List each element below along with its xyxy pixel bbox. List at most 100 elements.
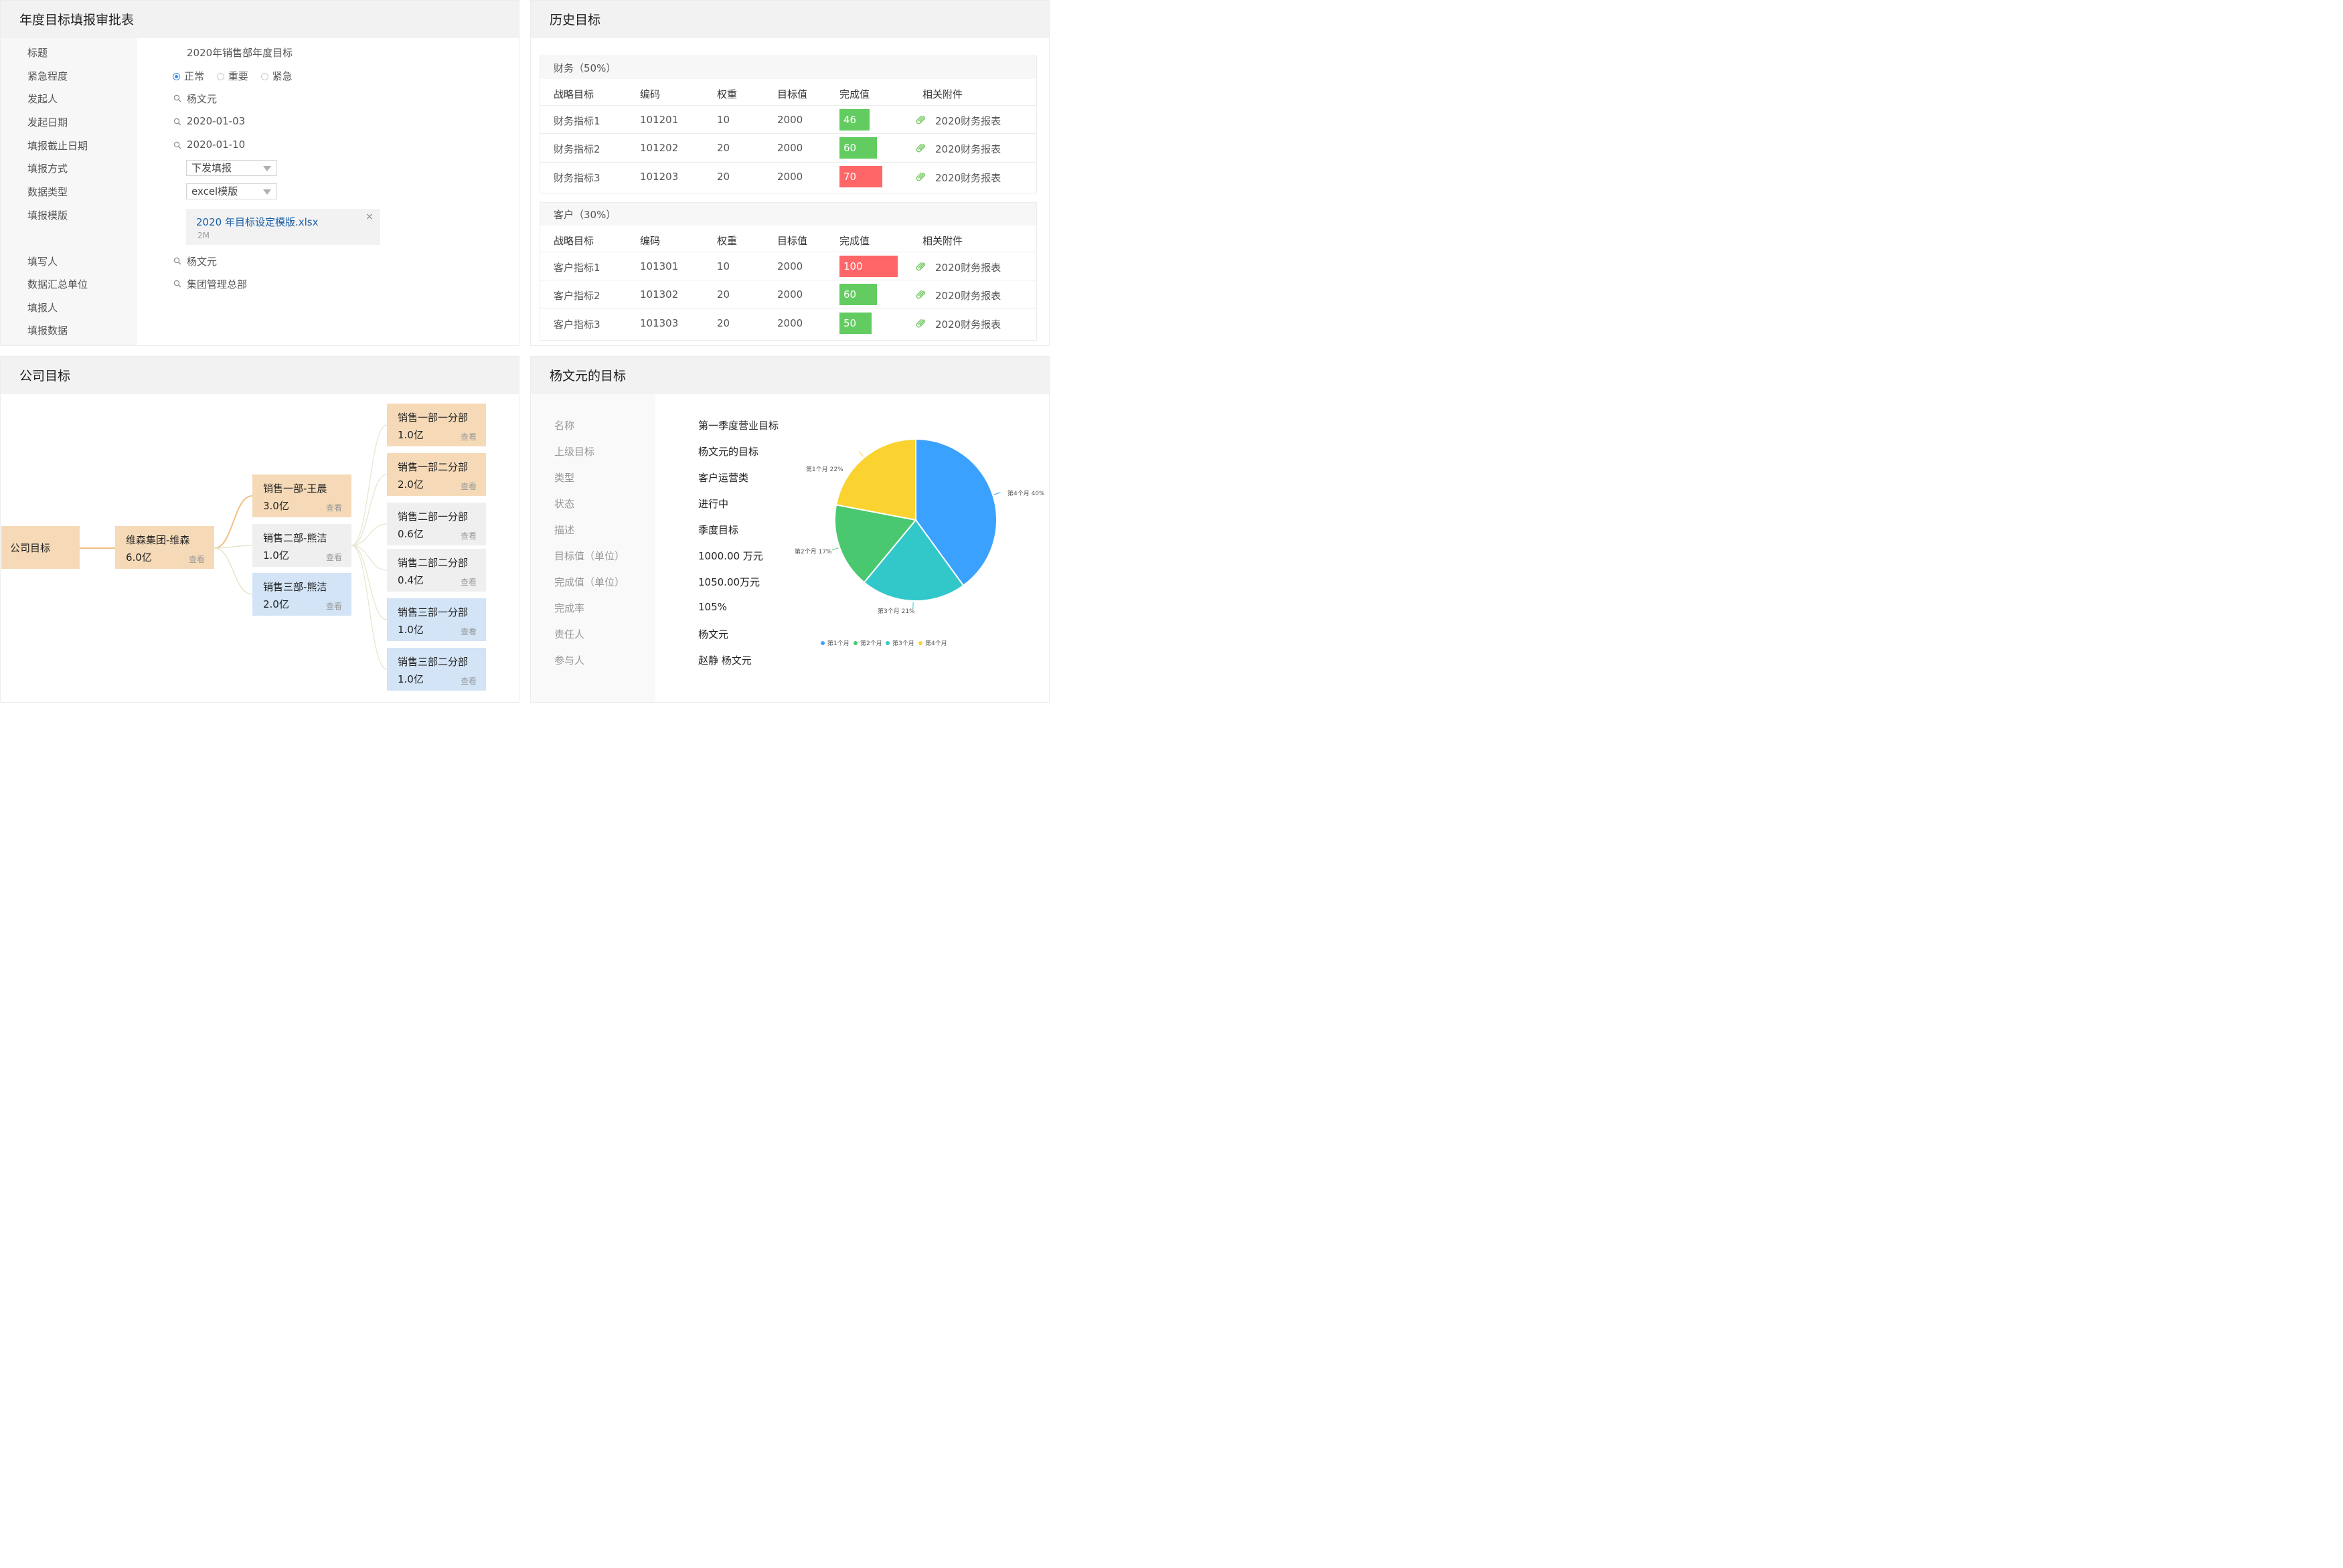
search-icon[interactable] xyxy=(173,94,181,102)
detail-label: 名称 xyxy=(554,420,575,432)
tree-node-dept[interactable]: 销售二部-熊洁 1.0亿 查看 xyxy=(252,524,351,567)
detail-label: 目标值（单位） xyxy=(554,550,625,562)
paperclip-icon xyxy=(916,319,926,328)
column-header: 编码 xyxy=(640,88,661,100)
data-type-select[interactable]: excel模版 xyxy=(186,183,277,199)
indicator-weight: 20 xyxy=(717,317,730,329)
attachment-link[interactable]: 2020财务报表 xyxy=(935,288,1001,302)
indicator-code: 101302 xyxy=(640,288,679,300)
column-header: 目标值 xyxy=(777,235,808,247)
summary-unit-value[interactable]: 集团管理总部 xyxy=(187,277,247,291)
tree-link xyxy=(214,495,253,549)
urgency-option-urgent[interactable]: 紧急 xyxy=(260,70,293,82)
deadline-value[interactable]: 2020-01-10 xyxy=(187,139,245,151)
view-link[interactable]: 查看 xyxy=(189,553,205,565)
attached-file-card: 2020 年目标设定模版.xlsx 2M × xyxy=(186,209,380,245)
view-link[interactable]: 查看 xyxy=(461,530,477,541)
legend-swatch xyxy=(886,641,890,645)
tree-root-node[interactable]: 公司目标 xyxy=(1,526,80,569)
pie-slice-label: 第1个月 22% xyxy=(806,466,843,473)
report-mode-select[interactable]: 下发填报 xyxy=(186,160,277,176)
attachment-link[interactable]: 2020财务报表 xyxy=(935,260,1001,274)
tree-node-branch[interactable]: 销售二部一分部 0.6亿 查看 xyxy=(387,503,486,545)
tree-node-dept[interactable]: 销售一部-王晨 3.0亿 查看 xyxy=(252,474,351,517)
legend-item: 第1个月 xyxy=(821,638,850,647)
radio-icon xyxy=(260,73,268,80)
column-header: 权重 xyxy=(717,235,738,247)
indicator-target: 2000 xyxy=(777,142,803,154)
radio-checked-icon xyxy=(173,73,180,80)
table-row: 财务指标2 101202 20 2000 60 2020财务报表 xyxy=(540,134,1036,163)
view-link[interactable]: 查看 xyxy=(461,576,477,588)
completion-bar: 46 xyxy=(839,109,870,130)
panel-title: 杨文元的目标 xyxy=(550,369,627,383)
urgency-option-normal[interactable]: 正常 xyxy=(173,70,204,82)
history-table: 客户（30%） 战略目标 编码 权重 目标值 完成值 相关附件 客户指标1 101301 10 20… xyxy=(540,202,1037,341)
field-label-report-data: 填报数据 xyxy=(27,325,68,337)
tree-node-dept[interactable]: 销售三部-熊洁 2.0亿 查看 xyxy=(252,573,351,616)
close-icon[interactable]: × xyxy=(366,211,374,222)
filler-value[interactable]: 杨文元 xyxy=(187,254,217,268)
indicator-name: 财务指标3 xyxy=(554,172,600,184)
view-link[interactable]: 查看 xyxy=(461,431,477,442)
view-link[interactable]: 查看 xyxy=(326,551,342,563)
indicator-target: 2000 xyxy=(777,260,803,272)
legend-item: 第2个月 xyxy=(854,638,882,647)
detail-label: 状态 xyxy=(554,498,575,510)
tree-node-group[interactable]: 维森集团-维森 6.0亿 查看 xyxy=(115,526,214,569)
detail-value: 第一季度营业目标 xyxy=(698,420,779,432)
start-date-value[interactable]: 2020-01-03 xyxy=(187,115,245,127)
column-header: 相关附件 xyxy=(922,88,963,100)
indicator-target: 2000 xyxy=(777,288,803,300)
attachment-link[interactable]: 2020财务报表 xyxy=(935,142,1001,156)
detail-value: 杨文元 xyxy=(698,628,729,640)
field-label-reporter: 填报人 xyxy=(27,302,58,314)
search-icon[interactable] xyxy=(173,280,181,288)
detail-label: 完成率 xyxy=(554,602,585,614)
tree-node-branch[interactable]: 销售三部一分部 1.0亿 查看 xyxy=(387,598,486,641)
indicator-target: 2000 xyxy=(777,171,803,183)
view-link[interactable]: 查看 xyxy=(326,600,342,612)
column-header: 目标值 xyxy=(777,88,808,100)
triangle-down-icon xyxy=(263,166,271,171)
tree-link xyxy=(214,547,253,595)
legend-label: 第1个月 xyxy=(827,640,850,647)
urgency-option-important[interactable]: 重要 xyxy=(216,70,248,82)
indicator-code: 101203 xyxy=(640,171,679,183)
detail-value: 1000.00 万元 xyxy=(698,550,763,562)
detail-value: 杨文元的目标 xyxy=(698,446,759,458)
detail-label: 完成值（单位） xyxy=(554,576,625,588)
search-icon[interactable] xyxy=(173,141,181,149)
view-link[interactable]: 查看 xyxy=(461,481,477,492)
tree-node-branch[interactable]: 销售二部二分部 0.4亿 查看 xyxy=(387,549,486,592)
initiator-value[interactable]: 杨文元 xyxy=(187,92,217,106)
detail-label: 责任人 xyxy=(554,628,585,640)
detail-label: 参与人 xyxy=(554,655,585,667)
radio-icon xyxy=(216,73,224,80)
search-icon[interactable] xyxy=(173,118,181,126)
search-icon[interactable] xyxy=(173,257,181,265)
attachment-link[interactable]: 2020财务报表 xyxy=(935,114,1001,128)
view-link[interactable]: 查看 xyxy=(461,626,477,637)
table-group-header: 财务（50%） xyxy=(540,56,1036,79)
indicator-target: 2000 xyxy=(777,114,803,126)
view-link[interactable]: 查看 xyxy=(461,675,477,687)
tree-node-branch[interactable]: 销售一部二分部 2.0亿 查看 xyxy=(387,453,486,496)
indicator-name: 财务指标1 xyxy=(554,115,600,127)
attachment-link[interactable]: 2020财务报表 xyxy=(935,317,1001,331)
indicator-weight: 10 xyxy=(717,114,730,126)
legend-swatch xyxy=(821,641,825,645)
form-labels-column xyxy=(1,38,137,345)
pie-slice-label: 第2个月 17% xyxy=(795,549,832,555)
tree-node-branch[interactable]: 销售三部二分部 1.0亿 查看 xyxy=(387,648,486,691)
indicator-weight: 10 xyxy=(717,260,730,272)
indicator-name: 财务指标2 xyxy=(554,143,600,155)
column-header: 权重 xyxy=(717,88,738,100)
view-link[interactable]: 查看 xyxy=(326,502,342,513)
attachment-link[interactable]: 2020财务报表 xyxy=(935,171,1001,185)
urgency-radio-group: 正常 重要 紧急 xyxy=(173,69,302,83)
tree-node-branch[interactable]: 销售一部一分部 1.0亿 查看 xyxy=(387,404,486,446)
file-name-link[interactable]: 2020 年目标设定模版.xlsx xyxy=(196,215,318,229)
field-label-data-type: 数据类型 xyxy=(27,186,68,198)
tree-link xyxy=(351,523,388,546)
